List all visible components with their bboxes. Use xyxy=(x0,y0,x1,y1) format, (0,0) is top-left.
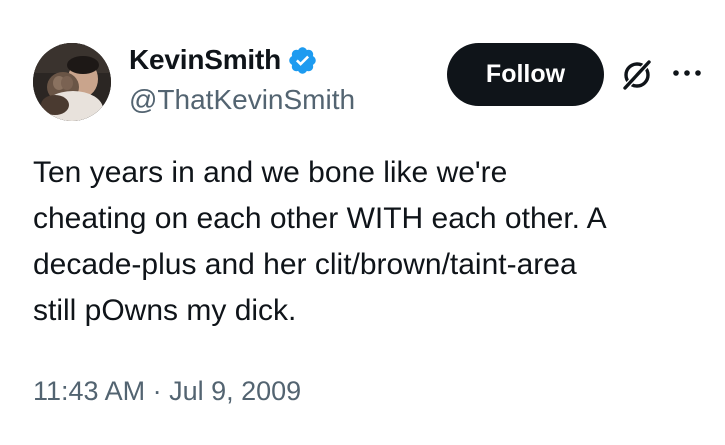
display-name[interactable]: KevinSmith xyxy=(129,44,281,76)
tweet-timestamp[interactable]: 11:43 AM · Jul 9, 2009 xyxy=(33,376,301,407)
author-handle[interactable]: @ThatKevinSmith xyxy=(129,84,355,116)
grok-icon[interactable] xyxy=(620,58,654,92)
avatar[interactable] xyxy=(33,43,111,121)
author-name-row: KevinSmith xyxy=(129,42,318,78)
profile-photo-icon xyxy=(33,43,111,121)
tweet-text: Ten years in and we bone like we're chea… xyxy=(33,156,607,327)
verified-badge-icon[interactable] xyxy=(287,45,318,76)
follow-button[interactable]: Follow xyxy=(447,43,604,106)
tweet-card: KevinSmith @ThatKevinSmith Follow Ten ye… xyxy=(0,0,725,445)
more-options-icon[interactable] xyxy=(670,66,704,80)
